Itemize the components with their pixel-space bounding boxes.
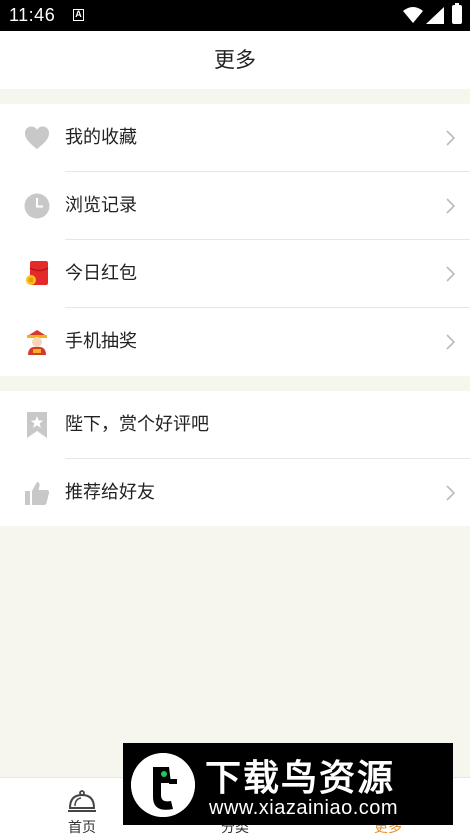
menu-item-history[interactable]: 浏览记录 [0,172,470,240]
menu-item-recommend[interactable]: 推荐给好友 [0,459,470,527]
cellular-signal-icon [426,7,444,24]
menu-item-favorites[interactable]: 我的收藏 [0,104,470,172]
menu-label: 我的收藏 [65,127,137,148]
menu-label: 今日红包 [65,263,137,284]
chevron-right-icon [446,334,456,350]
chevron-right-icon [446,485,456,501]
status-bar: 11:46 A [0,0,470,31]
menu-item-red-envelope[interactable]: 今日红包 [0,240,470,308]
page-header: 更多 [0,31,470,89]
watermark-url: www.xiazainiao.com [209,797,399,819]
red-envelope-icon [26,261,49,285]
thumbs-up-icon [25,482,50,505]
chevron-right-icon [446,130,456,146]
wifi-icon [403,7,423,23]
notification-icon: A [73,9,84,21]
home-cloche-icon [68,790,96,812]
watermark-overlay: 下载鸟资源 www.xiazainiao.com [123,743,453,825]
status-time: 11:46 [9,5,56,25]
menu-item-rate-app[interactable]: 陛下，赏个好评吧 [0,391,470,459]
chevron-right-icon [446,198,456,214]
clock-icon [24,193,50,219]
battery-icon [452,3,462,24]
page-title: 更多 [214,48,256,72]
menu-label: 浏览记录 [65,195,137,216]
menu-label: 陛下，赏个好评吧 [65,414,209,435]
menu-label: 推荐给好友 [65,482,155,503]
fortune-god-icon [27,330,47,355]
menu-group-main: 我的收藏 浏览记录 今日红包 手机抽奖 [0,104,470,376]
menu-item-lottery[interactable]: 手机抽奖 [0,308,470,376]
menu-label: 手机抽奖 [65,331,137,352]
bird-logo-icon [131,753,195,817]
star-bookmark-icon [27,412,47,438]
menu-group-secondary: 陛下，赏个好评吧 推荐给好友 [0,391,470,526]
chevron-right-icon [446,266,456,282]
heart-icon [25,126,49,149]
watermark-title: 下载鸟资源 [205,758,396,799]
